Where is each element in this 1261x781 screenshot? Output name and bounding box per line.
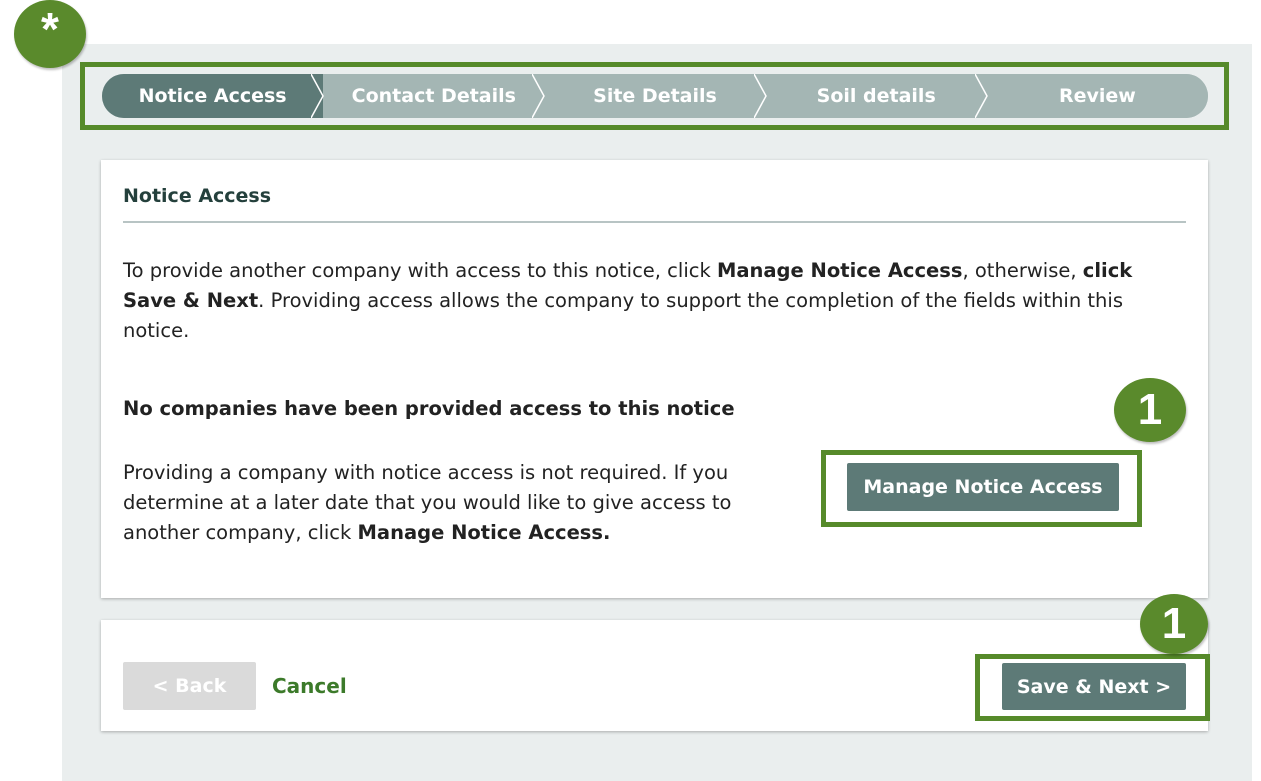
intro-text-part: . Providing access allows the company to… <box>123 289 1123 342</box>
optional-access-text: Providing a company with notice access i… <box>123 458 783 548</box>
optional-text-bold: Manage Notice Access. <box>357 521 611 544</box>
divider <box>123 221 1186 223</box>
highlight-box-manage <box>821 450 1142 527</box>
no-access-heading: No companies have been provided access t… <box>123 397 735 420</box>
chevron-right-icon <box>532 74 546 118</box>
highlight-box-stepper <box>80 62 1229 130</box>
step-number-marker: 1 <box>1140 594 1208 654</box>
chevron-right-icon <box>753 74 767 118</box>
highlight-box-save <box>975 654 1210 721</box>
cancel-link[interactable]: Cancel <box>272 674 347 698</box>
chevron-right-icon <box>311 74 325 118</box>
chevron-right-icon <box>974 74 988 118</box>
intro-text-part: , otherwise, <box>962 259 1083 282</box>
back-button[interactable]: < Back <box>123 662 256 710</box>
intro-text: To provide another company with access t… <box>123 256 1183 346</box>
intro-text-part: To provide another company with access t… <box>123 259 717 282</box>
card-title: Notice Access <box>123 185 272 207</box>
asterisk-marker: * <box>14 0 86 68</box>
intro-text-bold: Manage Notice Access <box>716 259 963 282</box>
step-number-marker: 1 <box>1114 378 1186 442</box>
notice-access-card: Notice Access To provide another company… <box>101 160 1208 598</box>
